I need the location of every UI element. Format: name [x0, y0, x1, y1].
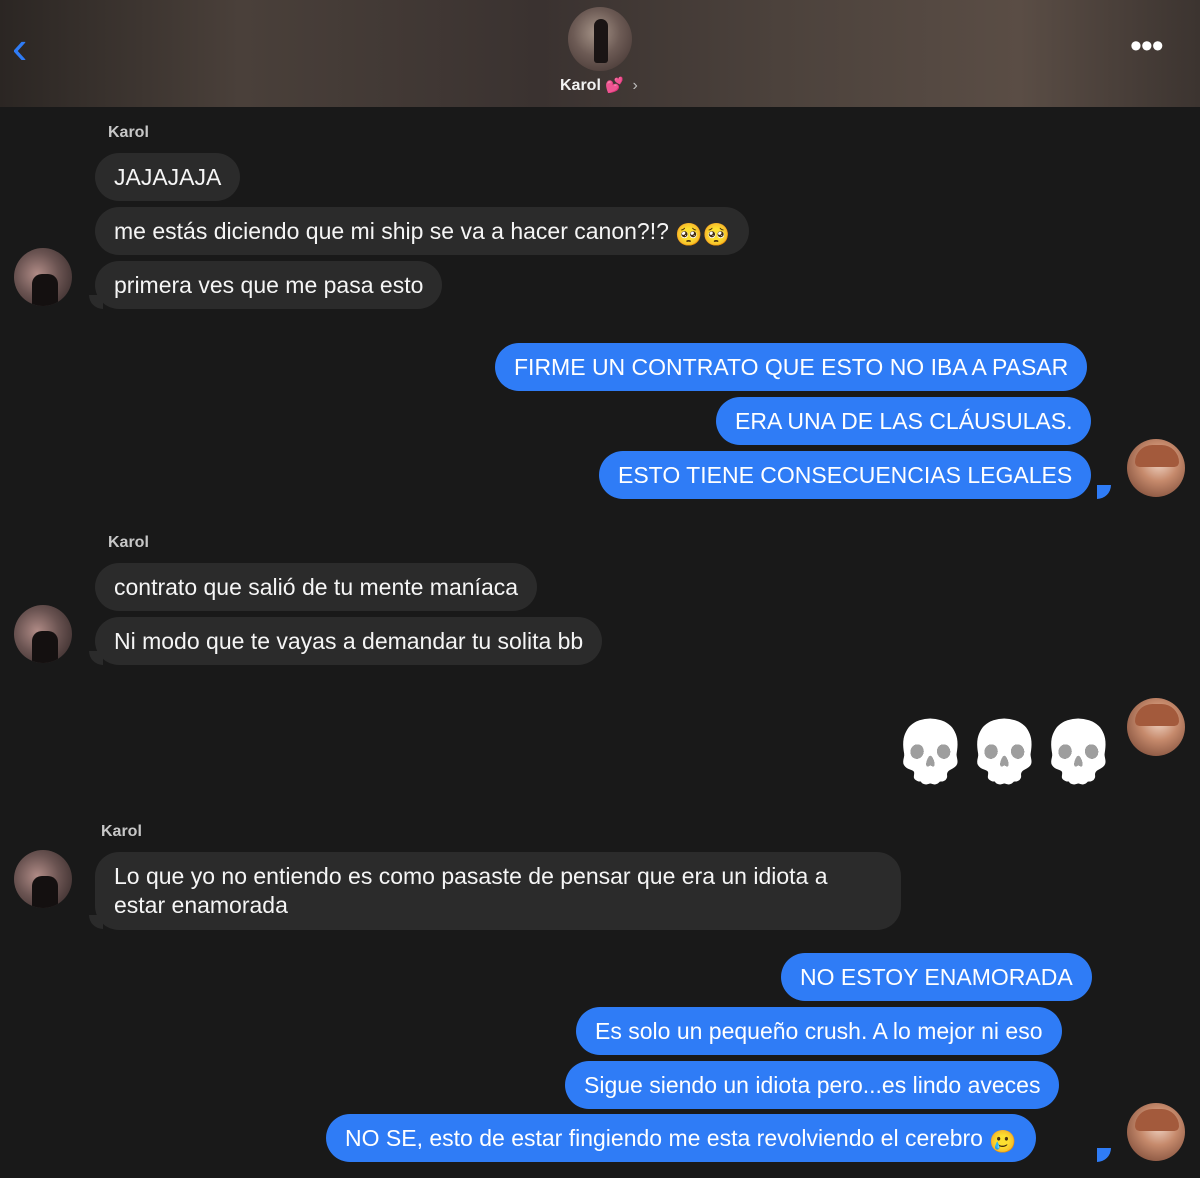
- bubble-tail: [89, 651, 103, 665]
- message-text: NO SE, esto de estar fingiendo me esta r…: [345, 1125, 983, 1151]
- back-chevron-icon[interactable]: ‹: [12, 24, 42, 70]
- my-avatar[interactable]: [1127, 1103, 1185, 1161]
- sender-name: Karol: [101, 823, 142, 840]
- heart-emoji-icon: 💕: [605, 77, 625, 94]
- contact-avatar[interactable]: [568, 7, 632, 71]
- karol-avatar[interactable]: [14, 248, 72, 306]
- outgoing-message[interactable]: Es solo un pequeño crush. A lo mejor ni …: [576, 1007, 1062, 1055]
- message-text: me estás diciendo que mi ship se va a ha…: [114, 218, 669, 244]
- incoming-message[interactable]: me estás diciendo que mi ship se va a ha…: [95, 207, 750, 255]
- skull-emoji-icon[interactable]: 💀: [893, 717, 968, 787]
- skull-emoji-icon[interactable]: 💀: [1041, 717, 1116, 787]
- karol-avatar[interactable]: [14, 850, 72, 908]
- my-avatar[interactable]: [1127, 698, 1185, 756]
- bubble-tail: [1097, 1148, 1111, 1162]
- my-avatar[interactable]: [1127, 439, 1185, 497]
- sender-name: Karol: [108, 124, 149, 141]
- more-options-icon[interactable]: •••: [1130, 29, 1164, 63]
- karol-avatar[interactable]: [14, 605, 72, 663]
- incoming-message[interactable]: contrato que salió de tu mente maníaca: [95, 563, 538, 611]
- bubble-tail: [89, 295, 103, 309]
- pleading-face-emoji-icon: 🥺🥺: [675, 222, 731, 247]
- outgoing-message[interactable]: ESTO TIENE CONSECUENCIAS LEGALES: [599, 451, 1092, 499]
- outgoing-message[interactable]: Sigue siendo un idiota pero...es lindo a…: [565, 1061, 1060, 1109]
- incoming-message[interactable]: Ni modo que te vayas a demandar tu solit…: [95, 617, 603, 665]
- outgoing-message[interactable]: ERA UNA DE LAS CLÁUSULAS.: [716, 397, 1092, 445]
- bubble-tail: [1097, 485, 1111, 499]
- chevron-right-icon: ›: [632, 77, 638, 94]
- contact-name-link[interactable]: Karol 💕 ›: [560, 76, 638, 95]
- incoming-message[interactable]: JAJAJAJA: [95, 153, 241, 201]
- outgoing-message[interactable]: NO ESTOY ENAMORADA: [781, 953, 1092, 1001]
- smiling-tear-emoji-icon: 🥲: [989, 1129, 1017, 1154]
- sender-name: Karol: [108, 534, 149, 551]
- outgoing-message[interactable]: FIRME UN CONTRATO QUE ESTO NO IBA A PASA…: [495, 343, 1088, 391]
- contact-name: Karol: [560, 77, 601, 94]
- incoming-message[interactable]: primera ves que me pasa esto: [95, 261, 443, 309]
- skull-emoji-icon[interactable]: 💀: [967, 717, 1042, 787]
- chat-header: ‹ Karol 💕 › •••: [0, 0, 1200, 107]
- outgoing-message[interactable]: NO SE, esto de estar fingiendo me esta r…: [326, 1114, 1036, 1162]
- bubble-tail: [89, 915, 103, 929]
- incoming-message[interactable]: Lo que yo no entiendo es como pasaste de…: [95, 852, 901, 930]
